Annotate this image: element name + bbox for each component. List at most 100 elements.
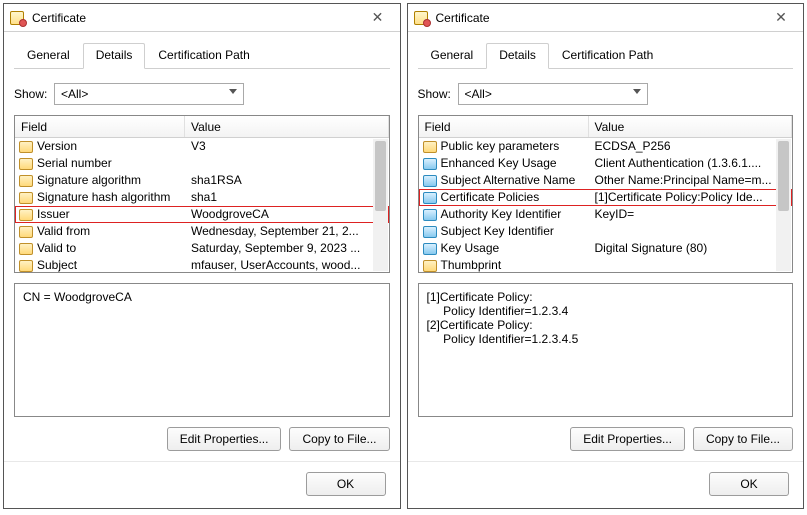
tab-certpath[interactable]: Certification Path (145, 43, 262, 69)
row-field-label: Issuer (37, 206, 70, 223)
extension-icon (423, 243, 437, 255)
field-detail-textbox[interactable]: CN = WoodgroveCA (14, 283, 390, 417)
table-row[interactable]: Signature algorithmsha1RSA (15, 172, 389, 189)
table-row[interactable]: Issuer WoodgroveCA (15, 206, 389, 223)
column-header-field[interactable]: Field (15, 116, 185, 137)
table-row[interactable]: Key Usage Digital Signature (80) (419, 240, 793, 257)
row-value: Other Name:Principal Name=m... (589, 172, 793, 189)
table-row[interactable]: Signature hash algorithmsha1 (15, 189, 389, 206)
window-title: Certificate (32, 11, 362, 25)
scrollbar-thumb[interactable] (375, 141, 386, 211)
show-label: Show: (14, 87, 54, 101)
row-value: Wednesday, September 21, 2... (185, 223, 389, 240)
row-value: Saturday, September 9, 2023 ... (185, 240, 389, 257)
table-row[interactable]: Valid from Wednesday, September 21, 2... (15, 223, 389, 240)
scrollbar[interactable] (373, 139, 388, 271)
table-row[interactable]: Public key parameters ECDSA_P256 (419, 138, 793, 155)
property-icon (423, 141, 437, 153)
table-row[interactable]: Subject Key Identifier (419, 223, 793, 240)
copy-to-file-button[interactable]: Copy to File... (693, 427, 793, 451)
property-icon (19, 243, 33, 255)
tab-strip: General Details Certification Path (418, 42, 794, 69)
row-value: mfauser, UserAccounts, wood... (185, 257, 389, 272)
edit-properties-button[interactable]: Edit Properties... (167, 427, 282, 451)
list-header[interactable]: Field Value (419, 116, 793, 138)
tab-general[interactable]: General (418, 43, 487, 69)
row-value (589, 257, 793, 272)
table-row[interactable]: Serial number (15, 155, 389, 172)
edit-properties-button[interactable]: Edit Properties... (570, 427, 685, 451)
row-field-label: Thumbprint (441, 257, 502, 272)
extension-icon (423, 209, 437, 221)
row-field-label: Key Usage (441, 240, 500, 257)
extension-icon (423, 226, 437, 238)
row-field-label: Version (37, 138, 77, 155)
certificate-icon (10, 10, 26, 26)
row-value: Digital Signature (80) (589, 240, 793, 257)
scrollbar-thumb[interactable] (778, 141, 789, 211)
chevron-down-icon (229, 89, 237, 94)
row-field-label: Public key parameters (441, 138, 560, 155)
tab-details[interactable]: Details (486, 43, 549, 69)
column-header-value[interactable]: Value (589, 116, 793, 137)
ok-button[interactable]: OK (306, 472, 386, 496)
table-row[interactable]: Authority Key Identifier KeyID= (419, 206, 793, 223)
tab-details[interactable]: Details (83, 43, 146, 69)
fields-listview[interactable]: Field Value VersionV3Serial numberSignat… (14, 115, 390, 273)
row-value: [1]Certificate Policy:Policy Ide... (589, 189, 793, 206)
fields-listview[interactable]: Field Value Public key parameters ECDSA_P… (418, 115, 794, 273)
row-field-label: Signature algorithm (37, 172, 141, 189)
show-filter-dropdown[interactable]: <All> (54, 83, 244, 105)
ok-button[interactable]: OK (709, 472, 789, 496)
row-value: KeyID= (589, 206, 793, 223)
property-icon (19, 158, 33, 170)
extension-icon (423, 158, 437, 170)
certificate-dialog-right: Certificate ✕ General Details Certificat… (407, 3, 805, 509)
list-header[interactable]: Field Value (15, 116, 389, 138)
row-field-label: Valid from (37, 223, 90, 240)
property-icon (19, 226, 33, 238)
certificate-icon (414, 10, 430, 26)
property-icon (19, 209, 33, 221)
column-header-field[interactable]: Field (419, 116, 589, 137)
table-row[interactable]: Subject Alternative Name Other Name:Princ… (419, 172, 793, 189)
table-row[interactable]: Certificate Policies[1]Certificate Polic… (419, 189, 793, 206)
row-field-label: Valid to (37, 240, 76, 257)
row-field-label: Enhanced Key Usage (441, 155, 557, 172)
extension-icon (423, 175, 437, 187)
titlebar[interactable]: Certificate ✕ (4, 4, 400, 32)
row-value: ECDSA_P256 (589, 138, 793, 155)
row-field-label: Signature hash algorithm (37, 189, 170, 206)
property-icon (19, 141, 33, 153)
property-icon (19, 192, 33, 204)
window-title: Certificate (436, 11, 766, 25)
tab-general[interactable]: General (14, 43, 83, 69)
row-field-label: Subject Key Identifier (441, 223, 554, 240)
tab-certpath[interactable]: Certification Path (549, 43, 666, 69)
scrollbar[interactable] (776, 139, 791, 271)
property-icon (423, 260, 437, 272)
table-row[interactable]: Subjectmfauser, UserAccounts, wood... (15, 257, 389, 272)
row-value: V3 (185, 138, 389, 155)
close-icon[interactable]: ✕ (362, 6, 394, 30)
copy-to-file-button[interactable]: Copy to File... (289, 427, 389, 451)
table-row[interactable]: Version V3 (15, 138, 389, 155)
show-filter-dropdown[interactable]: <All> (458, 83, 648, 105)
show-filter-value: <All> (61, 87, 88, 101)
titlebar[interactable]: Certificate ✕ (408, 4, 804, 32)
field-detail-textbox[interactable]: [1]Certificate Policy: Policy Identifier… (418, 283, 794, 417)
row-field-label: Authority Key Identifier (441, 206, 562, 223)
show-filter-value: <All> (465, 87, 492, 101)
property-icon (19, 260, 33, 272)
row-value (185, 155, 389, 172)
table-row[interactable]: Thumbprint (419, 257, 793, 272)
table-row[interactable]: Enhanced Key Usage Client Authentication … (419, 155, 793, 172)
table-row[interactable]: Valid to Saturday, September 9, 2023 ... (15, 240, 389, 257)
extension-icon (423, 192, 437, 204)
row-field-label: Serial number (37, 155, 112, 172)
column-header-value[interactable]: Value (185, 116, 389, 137)
row-field-label: Subject Alternative Name (441, 172, 576, 189)
close-icon[interactable]: ✕ (765, 6, 797, 30)
row-value: WoodgroveCA (185, 206, 389, 223)
row-value: Client Authentication (1.3.6.1.... (589, 155, 793, 172)
